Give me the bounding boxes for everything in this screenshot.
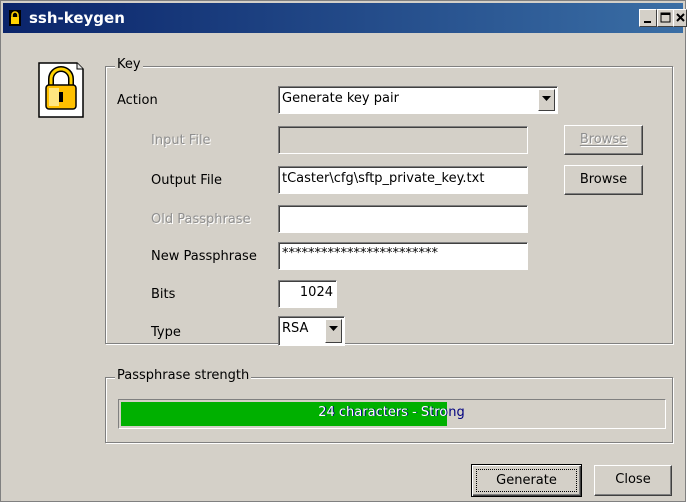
- strength-text-highlight: 24 characters - Strong: [318, 405, 447, 420]
- action-value: Generate key pair: [282, 91, 399, 106]
- key-legend: Key: [115, 57, 143, 72]
- minimize-icon: [644, 21, 651, 23]
- new-passphrase-field[interactable]: ************************: [278, 242, 528, 270]
- output-browse-label: Browse: [579, 172, 628, 187]
- maximize-icon: [660, 12, 671, 23]
- minimize-button[interactable]: [639, 9, 657, 27]
- old-passphrase-label: Old Passphrase: [151, 212, 251, 227]
- action-label: Action: [117, 93, 158, 108]
- type-dropdown-arrow[interactable]: [325, 319, 342, 343]
- close-button[interactable]: Close: [594, 465, 672, 496]
- strength-progress-bar: 24 characters - Strong 24 characters - S…: [118, 399, 666, 429]
- window-title: ssh-keygen: [29, 9, 125, 27]
- padlock-icon: [38, 62, 84, 118]
- input-file-label: Input File: [151, 133, 211, 148]
- output-browse-button[interactable]: Browse: [564, 165, 643, 195]
- output-file-value: tCaster\cfg\sftp_private_key.txt: [282, 171, 485, 186]
- type-label: Type: [151, 325, 181, 340]
- generate-button[interactable]: Generate: [471, 464, 582, 497]
- bits-field[interactable]: 1024: [278, 280, 337, 308]
- bits-label: Bits: [151, 287, 176, 302]
- close-icon: [676, 13, 685, 22]
- generate-label: Generate: [496, 473, 557, 488]
- strength-text-overlay: 24 characters - Strong: [121, 402, 447, 426]
- new-passphrase-label: New Passphrase: [151, 249, 257, 264]
- chevron-down-icon: [329, 326, 338, 331]
- new-passphrase-value: ************************: [282, 246, 438, 261]
- output-file-field[interactable]: tCaster\cfg\sftp_private_key.txt: [278, 166, 528, 194]
- old-passphrase-field[interactable]: [278, 205, 528, 233]
- type-value: RSA: [282, 321, 309, 336]
- input-browse-label: Browse: [579, 132, 628, 147]
- lock-icon: [9, 10, 21, 26]
- ssh-keygen-window: ssh-keygen Key Action Generate key pair …: [0, 0, 687, 502]
- action-dropdown[interactable]: Generate key pair: [278, 86, 558, 114]
- close-label: Close: [615, 472, 651, 487]
- type-dropdown[interactable]: RSA: [278, 316, 345, 346]
- action-dropdown-arrow[interactable]: [538, 89, 555, 111]
- input-browse-button[interactable]: Browse: [564, 125, 643, 155]
- chevron-down-icon: [542, 96, 551, 101]
- strength-legend: Passphrase strength: [115, 368, 252, 383]
- input-file-field[interactable]: [278, 126, 528, 154]
- close-window-button[interactable]: [673, 9, 687, 27]
- output-file-label: Output File: [151, 173, 223, 188]
- bits-value: 1024: [299, 285, 333, 300]
- title-bar[interactable]: ssh-keygen: [3, 3, 687, 33]
